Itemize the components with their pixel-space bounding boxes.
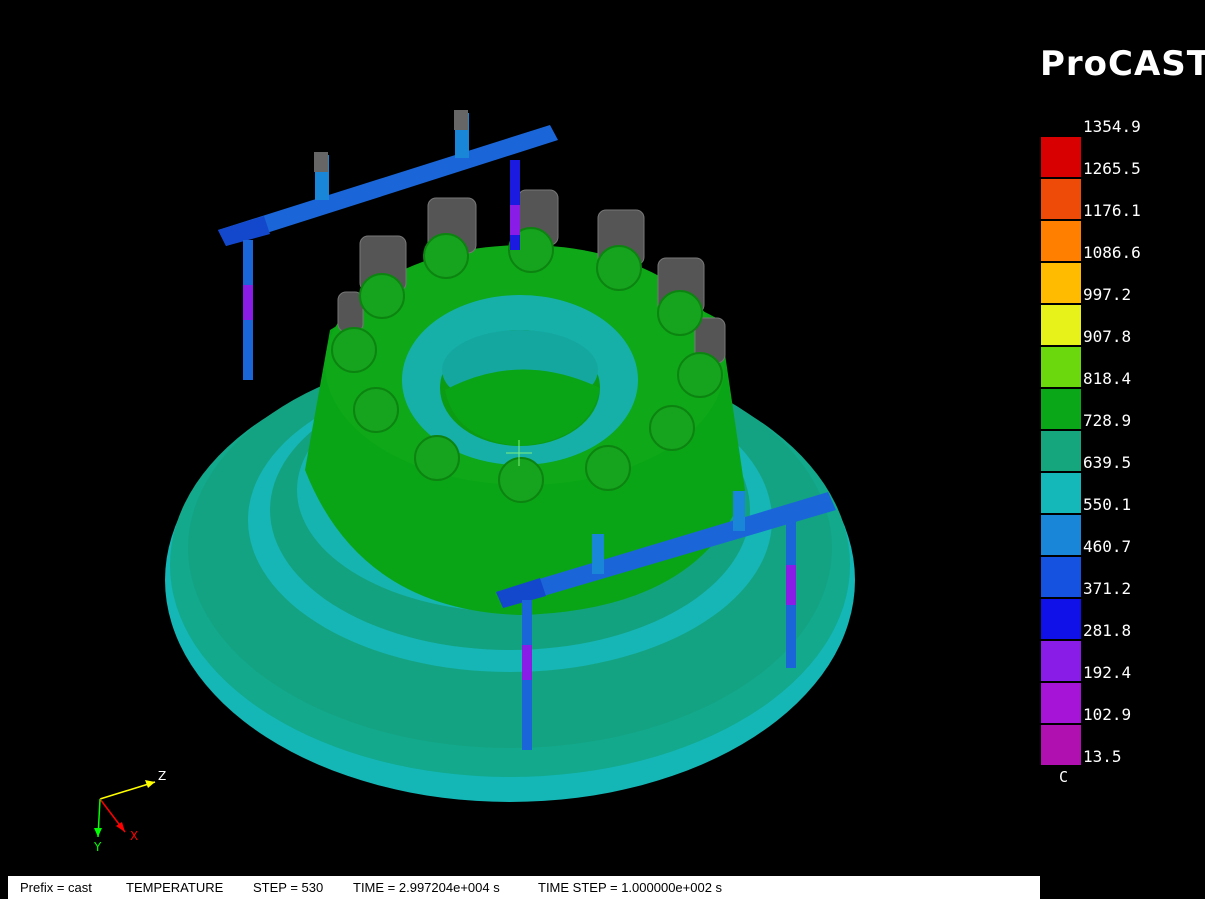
legend-value: 460.7 — [1083, 537, 1132, 556]
legend-swatch — [1041, 221, 1081, 261]
legend-unit: C — [1059, 768, 1069, 786]
axis-z-label: Z — [158, 769, 166, 783]
legend-swatch — [1041, 389, 1081, 429]
status-prefix: Prefix = cast — [20, 880, 92, 895]
legend-value: 907.8 — [1083, 327, 1132, 346]
status-bar: Prefix = cast TEMPERATURE STEP = 530 TIM… — [8, 876, 1040, 899]
legend-swatch — [1041, 683, 1081, 723]
legend-value: 13.5 — [1083, 747, 1122, 766]
status-time-step: TIME STEP = 1.000000e+002 s — [538, 880, 723, 895]
legend-swatch — [1041, 431, 1081, 471]
legend-value: 550.1 — [1083, 495, 1132, 514]
status-variable: TEMPERATURE — [126, 880, 224, 895]
axis-x-label: X — [130, 829, 138, 843]
procast-logo: ProCAST — [1040, 44, 1205, 84]
legend-value: 371.2 — [1083, 579, 1132, 598]
status-time: TIME = 2.997204e+004 s — [353, 880, 500, 895]
viewport-3d[interactable]: Z X Y — [0, 0, 1040, 875]
legend-swatch — [1041, 557, 1081, 597]
legend-swatch — [1041, 179, 1081, 219]
legend-swatch — [1041, 641, 1081, 681]
axis-triad: Z X Y — [93, 769, 166, 854]
legend-swatch — [1041, 305, 1081, 345]
legend-swatch — [1041, 263, 1081, 303]
legend-swatch — [1041, 725, 1081, 765]
axis-y-label: Y — [93, 840, 102, 854]
status-step: STEP = 530 — [253, 880, 324, 895]
legend-value: 192.4 — [1083, 663, 1132, 682]
legend-value: 1086.6 — [1083, 243, 1141, 262]
legend-value: 818.4 — [1083, 369, 1132, 388]
legend-swatch — [1041, 599, 1081, 639]
temperature-legend: 1354.9 1265.5 1176.1 1086.6 997.2 907.8 818.4 7… — [1040, 118, 1205, 798]
casting-model — [165, 110, 855, 802]
legend-value: 728.9 — [1083, 411, 1132, 430]
legend-value: 281.8 — [1083, 621, 1132, 640]
legend-value: 1176.1 — [1083, 201, 1141, 220]
legend-value: 639.5 — [1083, 453, 1132, 472]
legend-value: 102.9 — [1083, 705, 1132, 724]
legend-swatch — [1041, 347, 1081, 387]
legend-value: 997.2 — [1083, 285, 1132, 304]
legend-value: 1265.5 — [1083, 159, 1141, 178]
legend-swatch — [1041, 473, 1081, 513]
legend-value: 1354.9 — [1083, 117, 1141, 136]
legend-swatch — [1041, 515, 1081, 555]
legend-swatch — [1041, 137, 1081, 177]
